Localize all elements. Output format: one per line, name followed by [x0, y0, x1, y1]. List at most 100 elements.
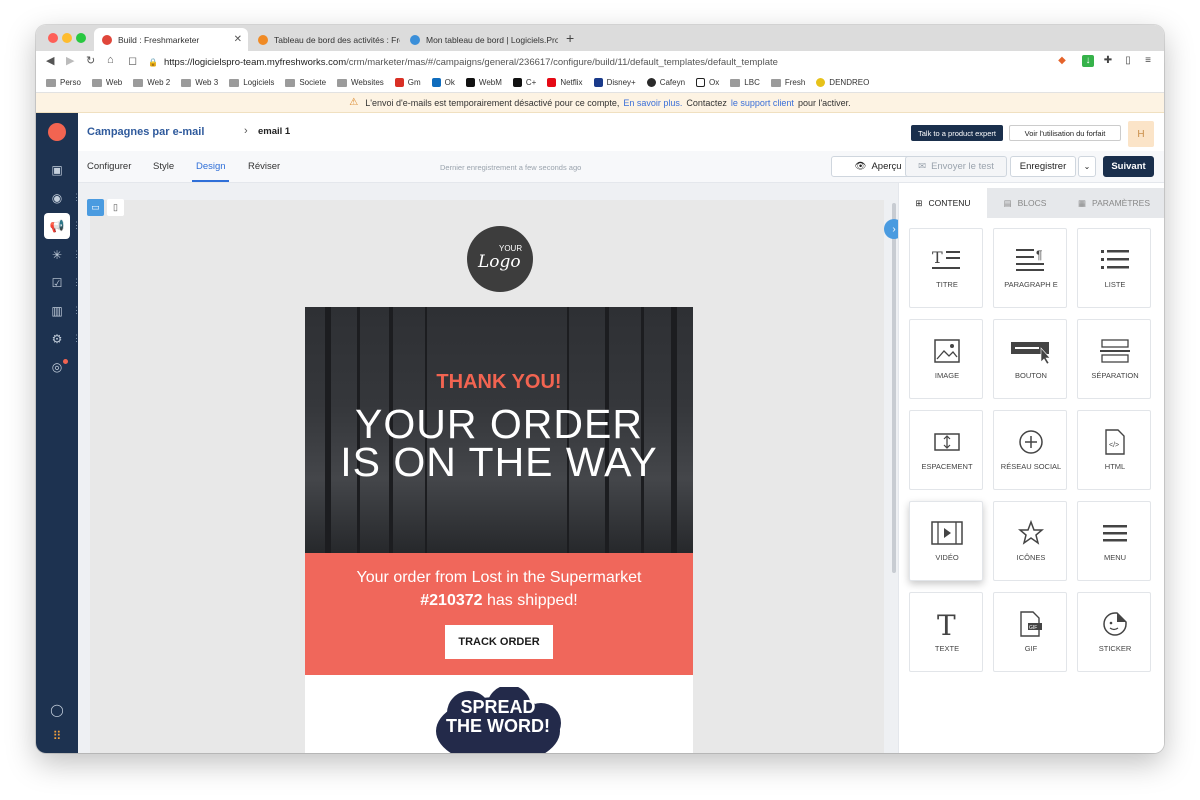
content-tile-reseau-social[interactable]: RÉSEAU SOCIAL [993, 410, 1067, 490]
tab-style[interactable]: Style [153, 161, 174, 172]
content-tile-titre[interactable]: T TITRE [909, 228, 983, 308]
settings-gear-icon[interactable]: ⚙ [44, 326, 70, 352]
forms-icon[interactable]: ☑ [44, 270, 70, 296]
plan-usage-button[interactable]: Voir l'utilisation du forfait [1009, 125, 1121, 141]
tile-label: SÉPARATION [1091, 371, 1139, 380]
content-tile-espacement[interactable]: ESPACEMENT [909, 410, 983, 490]
apps-grid-icon[interactable]: ⠿ [44, 723, 70, 749]
home-icon[interactable]: ⌂ [107, 54, 114, 66]
minimize-window-icon[interactable] [62, 33, 72, 43]
bookmark-logiciels[interactable]: Logiciels [229, 78, 274, 87]
browser-tab-activities[interactable]: Tableau de bord des activités : Fres [250, 28, 400, 51]
next-button[interactable]: Suivant [1103, 156, 1154, 177]
bookmark-netflix[interactable]: Netflix [547, 78, 583, 87]
browser-tab-dashboard[interactable]: Mon tableau de bord | Logiciels.Pro [402, 28, 558, 51]
bookmark-webm[interactable]: WebM [465, 78, 502, 87]
extension-green-icon[interactable]: ↓ [1082, 55, 1094, 67]
back-icon[interactable]: ◀ [46, 54, 54, 67]
bookmark-lbc[interactable]: LBC [730, 78, 760, 87]
save-options-dropdown[interactable]: ⌄ [1078, 156, 1096, 177]
alert-text: L'envoi d'e-mails est temporairement dés… [365, 97, 620, 108]
freshmarketer-logo-icon[interactable] [48, 123, 66, 141]
desktop-view-icon[interactable]: ▭ [87, 199, 104, 216]
bookmark-web[interactable]: Web [91, 78, 122, 87]
chat-icon[interactable]: ◯ [44, 697, 70, 723]
canvas-scrollbar[interactable] [892, 203, 896, 573]
bookmark-perso[interactable]: Perso [46, 78, 81, 87]
tile-label: PARAGRAPH E [1004, 280, 1058, 289]
dashboard-icon[interactable]: ▣ [44, 157, 70, 183]
bookmark-label: Web 3 [195, 78, 219, 87]
eye-icon: 👁 [854, 161, 867, 172]
sidebar-toggle-icon[interactable]: ▯ [1122, 55, 1134, 67]
extensions-puzzle-icon[interactable]: ✚ [1102, 55, 1114, 67]
content-tile-menu[interactable]: MENU [1077, 501, 1151, 581]
talk-to-expert-button[interactable]: Talk to a product expert [911, 125, 1003, 141]
url-input[interactable]: 🔒 https://logicielspro-team.myfreshworks… [148, 53, 1048, 71]
bookmark-label: Ox [709, 78, 720, 87]
learn-more-link[interactable]: En savoir plus. [623, 98, 682, 108]
tab-parametres[interactable]: ▦ PARAMÈTRES [1063, 188, 1164, 218]
bookmark-ox[interactable]: Ox [696, 78, 719, 87]
bookmark-dendreo[interactable]: DENDREO [816, 78, 869, 87]
content-tile-separation[interactable]: SÉPARATION [1077, 319, 1151, 399]
brave-shield-icon[interactable]: ◆ [1056, 55, 1068, 67]
bookmark-web2[interactable]: Web 2 [133, 78, 170, 87]
shipping-block[interactable]: Your order from Lost in the Supermarket … [305, 553, 693, 675]
bookmark-gm[interactable]: Gm [394, 78, 421, 87]
content-tile-sticker[interactable]: STICKER [1077, 592, 1151, 672]
grid-icon: ⊞ [915, 197, 923, 208]
tab-reviser[interactable]: Réviser [248, 161, 280, 172]
close-tab-icon[interactable]: ✕ [234, 34, 242, 45]
browser-menu-icon[interactable]: ≡ [1142, 55, 1154, 67]
new-tab-button[interactable]: + [566, 30, 574, 46]
spread-word-block[interactable]: SPREAD THE WORD! [305, 675, 693, 753]
bookmark-disney[interactable]: Disney+ [593, 78, 636, 87]
tab-blocs[interactable]: ▤ BLOCS [987, 188, 1063, 218]
breadcrumb-campaigns[interactable]: Campagnes par e-mail [87, 126, 204, 138]
compass-icon[interactable]: ◎ [44, 354, 70, 380]
campaigns-megaphone-icon[interactable]: 📢 [44, 213, 70, 239]
content-tile-paragraphe[interactable]: ¶ PARAGRAPH E [993, 228, 1067, 308]
content-tile-liste[interactable]: LISTE [1077, 228, 1151, 308]
reload-icon[interactable]: ↻ [86, 54, 95, 67]
hero-image-block[interactable]: THANK YOU! YOUR ORDER IS ON THE WAY [305, 307, 693, 553]
bookmark-ok[interactable]: Ok [431, 78, 455, 87]
bookmark-label: Cafeyn [659, 78, 686, 87]
content-tile-icones[interactable]: ICÔNES [993, 501, 1067, 581]
forward-icon[interactable]: ▶ [66, 54, 74, 67]
reports-icon[interactable]: ▥ [44, 298, 70, 324]
bookmark-label: Disney+ [606, 78, 636, 87]
tab-design[interactable]: Design [196, 161, 226, 172]
browser-tab-build[interactable]: Build : Freshmarketer ✕ [94, 28, 248, 51]
bookmark-web3[interactable]: Web 3 [181, 78, 218, 87]
tab-configurer[interactable]: Configurer [87, 161, 131, 172]
tab-contenu[interactable]: ⊞ CONTENU [899, 188, 987, 218]
bookmark-societe[interactable]: Societe [285, 78, 326, 87]
bookmark-cplus[interactable]: C+ [512, 78, 536, 87]
logo-placeholder[interactable]: YOUR Logo [467, 226, 533, 292]
send-test-button[interactable]: ✉ Envoyer le test [905, 156, 1007, 177]
content-tile-video[interactable]: VIDÉO [909, 501, 983, 581]
bookmark-websites[interactable]: Websites [337, 78, 384, 87]
contacts-icon[interactable]: ◉ [44, 185, 70, 211]
maximize-window-icon[interactable] [76, 33, 86, 43]
mobile-view-icon[interactable]: ▯ [107, 199, 124, 216]
automation-icon[interactable]: ✳ [44, 242, 70, 268]
bookmark-label: Societe [299, 78, 327, 87]
bookmark-fresh[interactable]: Fresh [770, 78, 805, 87]
content-tile-gif[interactable]: GIF GIF [993, 592, 1067, 672]
bookmark-icon[interactable]: ◻ [128, 54, 137, 67]
content-tile-image[interactable]: IMAGE [909, 319, 983, 399]
track-order-button[interactable]: TRACK ORDER [445, 625, 553, 659]
support-link[interactable]: le support client [731, 98, 794, 108]
chevron-down-icon: ⌄ [1083, 162, 1091, 171]
close-window-icon[interactable] [48, 33, 58, 43]
content-tile-bouton[interactable]: BOUTON [993, 319, 1067, 399]
content-tile-texte[interactable]: T TEXTE [909, 592, 983, 672]
content-tile-html[interactable]: </> HTML [1077, 410, 1151, 490]
email-preview-area[interactable]: YOUR Logo THANK YOU! YOUR ORDER IS ON TH… [90, 200, 884, 753]
avatar[interactable]: H [1128, 121, 1154, 147]
save-button[interactable]: Enregistrer [1010, 156, 1076, 177]
bookmark-cafeyn[interactable]: Cafeyn [646, 78, 686, 87]
